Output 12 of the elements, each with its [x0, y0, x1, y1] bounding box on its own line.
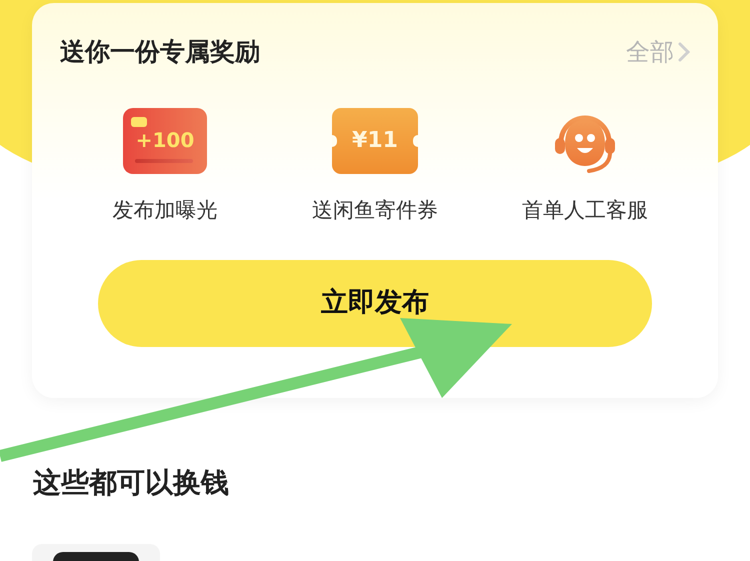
section-title: 这些都可以换钱 [33, 465, 230, 501]
reward-label: 发布加曝光 [112, 196, 218, 224]
ticket-notch [332, 134, 337, 146]
reward-label: 送闲鱼寄件券 [312, 196, 438, 224]
card-title: 送你一份专属奖励 [60, 36, 260, 68]
card-chip [131, 116, 147, 126]
bonus-amount: +100 [136, 130, 194, 150]
chevron-right-icon [678, 42, 690, 62]
ticket-notch [413, 134, 418, 146]
coupon-amount: ¥11 [352, 130, 398, 152]
reward-label: 首单人工客服 [522, 196, 648, 224]
publish-button[interactable]: 立即发布 [98, 260, 652, 347]
